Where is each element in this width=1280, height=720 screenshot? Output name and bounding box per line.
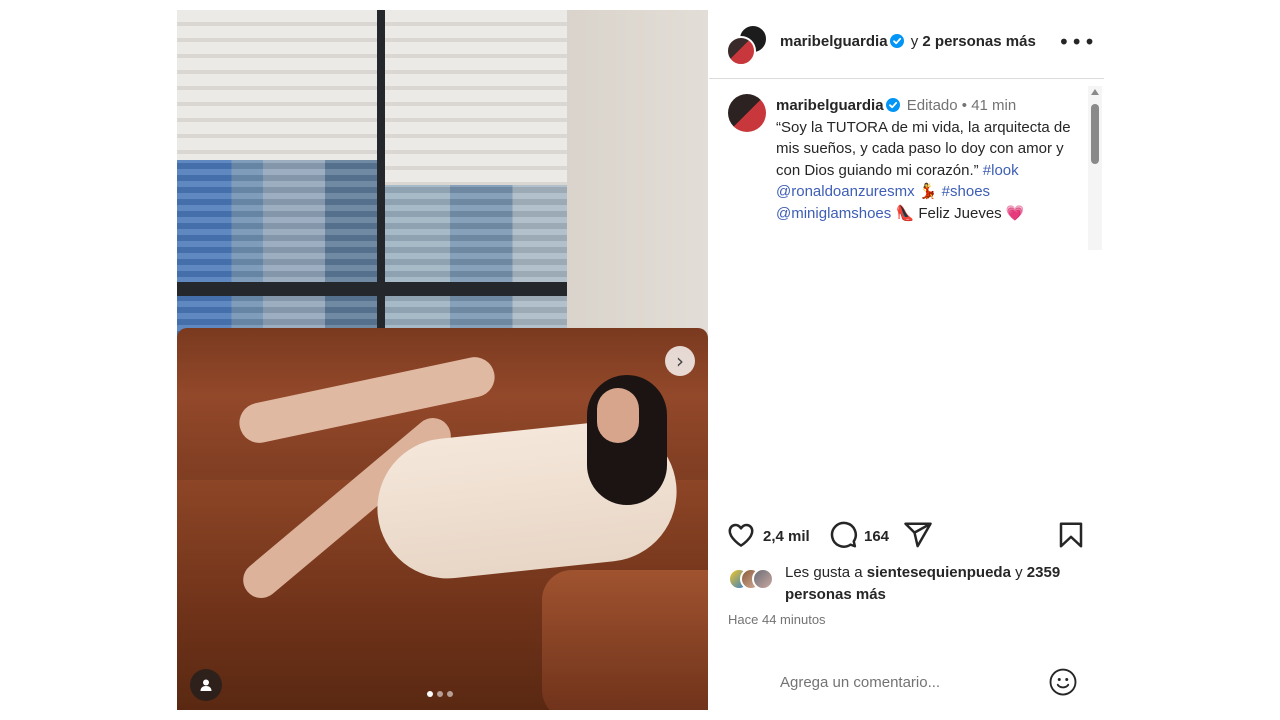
scroll-up-arrow-icon[interactable] <box>1091 89 1099 95</box>
post-authors: maribelguardia y 2 personas más <box>780 33 1036 50</box>
hashtag-link[interactable]: #look <box>983 162 1019 179</box>
avatar <box>752 568 774 590</box>
comment-count[interactable]: 164 <box>864 528 889 545</box>
hashtag-link[interactable]: #shoes <box>942 183 990 200</box>
smiley-icon <box>1049 668 1077 696</box>
caption-username[interactable]: maribelguardia <box>776 97 884 114</box>
emoji: 💗 <box>1005 204 1025 222</box>
post-timestamp[interactable]: Hace 44 minutos <box>728 612 826 627</box>
verified-badge-icon <box>889 34 904 48</box>
tagged-users-button[interactable] <box>190 669 222 701</box>
comment-button[interactable] <box>828 520 858 550</box>
share-button[interactable] <box>903 520 933 550</box>
emoji: 👠 <box>895 204 915 222</box>
window-blind-left <box>177 10 377 160</box>
carousel-dot <box>427 691 433 697</box>
author-username[interactable]: maribelguardia <box>780 33 888 50</box>
caption-scrollbar[interactable] <box>1088 86 1102 250</box>
scrollbar-thumb[interactable] <box>1091 104 1099 164</box>
like-button[interactable] <box>726 520 756 550</box>
post-caption: maribelguardia Editado • 41 min “Soy la … <box>776 95 1076 224</box>
comment-input[interactable] <box>780 670 1040 694</box>
avatar <box>726 36 756 66</box>
coauthors-connector: y <box>910 33 919 50</box>
person-face <box>597 388 639 443</box>
post-actions: 2,4 mil 164 <box>726 520 1086 554</box>
carousel-dot <box>437 691 443 697</box>
emoji-picker-button[interactable] <box>1048 667 1078 697</box>
window-frame-vertical <box>377 10 385 350</box>
post-time[interactable]: 41 min <box>971 97 1016 114</box>
carousel-indicator <box>427 691 453 697</box>
user-icon <box>200 679 212 691</box>
like-count[interactable]: 2,4 mil <box>763 528 810 545</box>
coauthors-more-link[interactable]: 2 personas más <box>922 33 1035 50</box>
more-options-button[interactable]: ••• <box>1058 30 1095 54</box>
heart-icon <box>728 523 754 547</box>
post-photo[interactable] <box>177 10 708 710</box>
liker-avatars <box>728 568 780 590</box>
likes-text: Les gusta a sientesequienpueda y 2359 pe… <box>785 562 1085 605</box>
edited-label: Editado <box>906 97 958 114</box>
more-horizontal-icon: ••• <box>1058 30 1097 54</box>
sofa-cushion <box>542 570 708 710</box>
coauthor-avatars[interactable] <box>726 24 768 66</box>
window-blind-right <box>385 10 567 185</box>
share-icon <box>904 522 932 548</box>
window-frame-horizontal <box>177 282 567 296</box>
separator: • <box>961 97 968 114</box>
bookmark-icon <box>1059 522 1083 548</box>
comment-icon <box>830 521 857 548</box>
caption-text: “Soy la TUTORA de mi vida, la arquitecta… <box>776 118 1071 179</box>
emoji: 💃 <box>918 183 938 200</box>
mention-link[interactable]: @ronaldoanzuresmx <box>776 183 915 200</box>
avatar[interactable] <box>728 94 766 132</box>
mention-link[interactable]: @miniglamshoes <box>776 205 891 222</box>
carousel-dot <box>447 691 453 697</box>
verified-badge-icon <box>885 98 900 112</box>
chevron-right-icon: › <box>676 349 684 373</box>
save-button[interactable] <box>1056 520 1086 550</box>
carousel-next-button[interactable]: › <box>665 346 695 376</box>
likes-prefix: Les gusta a <box>785 564 863 581</box>
likes-connector: y <box>1015 564 1023 581</box>
caption-text: Feliz Jueves <box>918 204 1002 222</box>
liker-username[interactable]: sientesequienpueda <box>867 564 1011 581</box>
